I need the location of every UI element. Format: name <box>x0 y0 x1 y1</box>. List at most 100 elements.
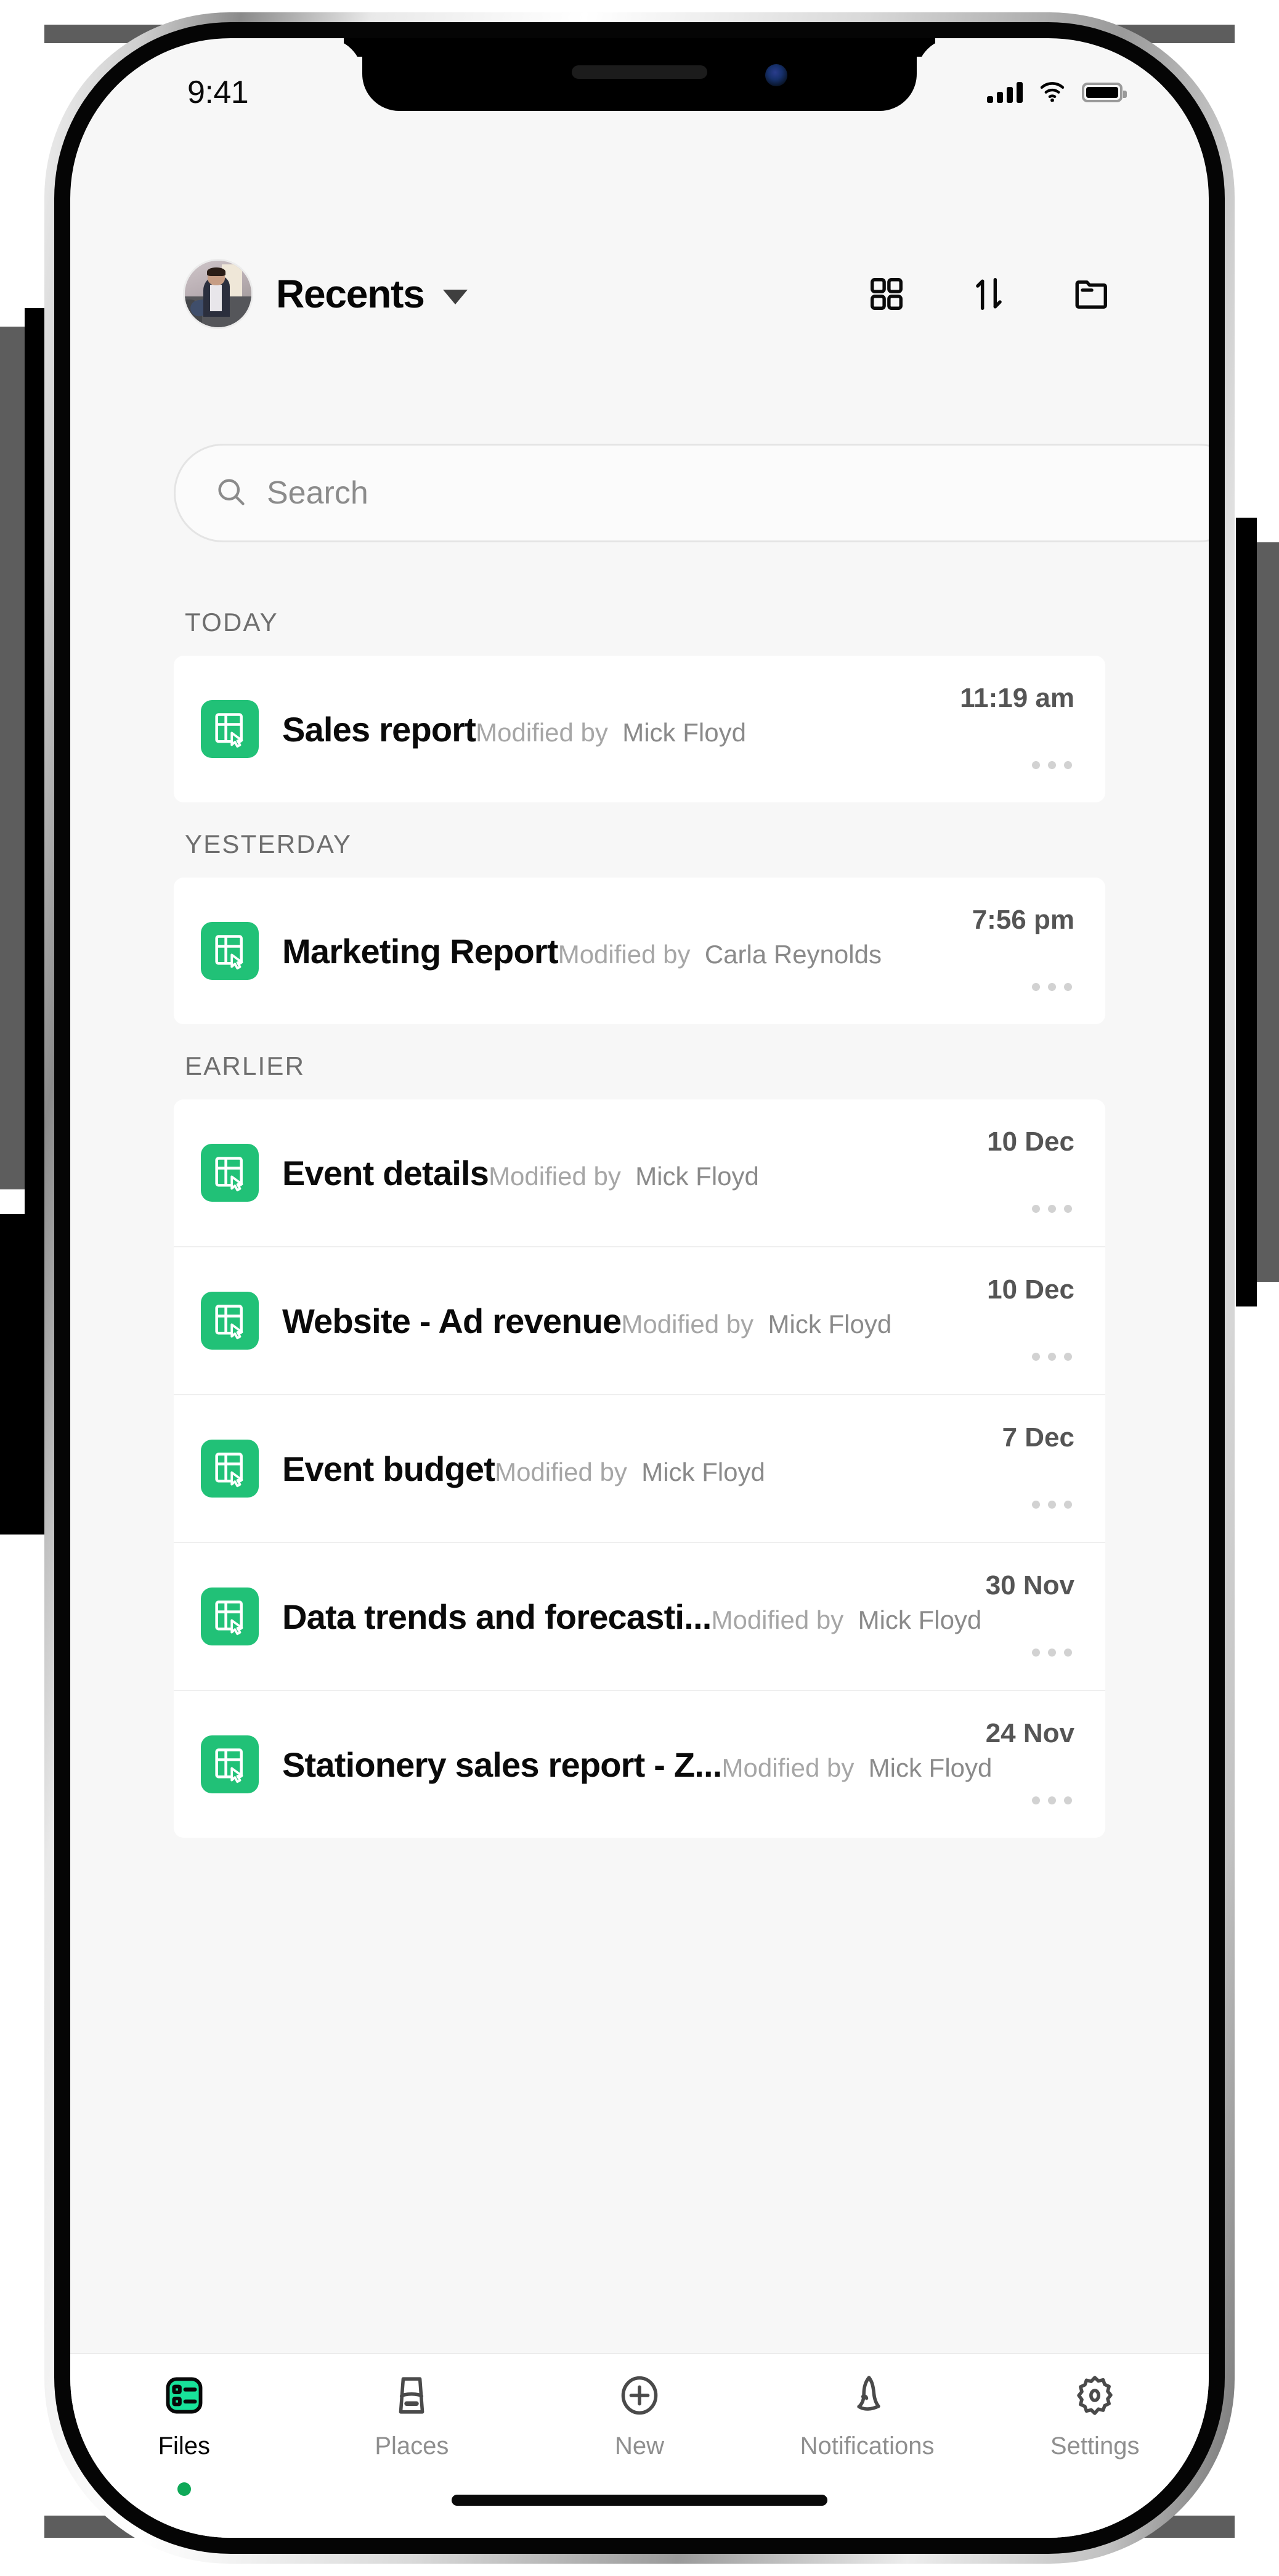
spreadsheet-icon <box>201 1735 259 1793</box>
spreadsheet-icon <box>201 700 259 758</box>
file-subtitle: Modified by Carla Reynolds <box>558 940 882 969</box>
search-icon <box>215 476 247 511</box>
sort-button[interactable] <box>970 275 1008 313</box>
gear-icon <box>1072 2373 1118 2421</box>
modified-prefix: Modified by <box>621 1309 754 1339</box>
battery-full-icon <box>1082 83 1127 102</box>
file-title: Marketing Report <box>282 931 559 971</box>
tab-places[interactable]: Places <box>298 2373 526 2460</box>
backdrop-panel-left <box>0 327 25 1189</box>
wifi-icon <box>1039 81 1066 105</box>
spreadsheet-icon <box>201 1440 259 1498</box>
bell-icon <box>845 2373 890 2421</box>
more-options-icon[interactable] <box>1029 1790 1074 1811</box>
modified-prefix: Modified by <box>711 1605 844 1634</box>
file-title: Event details <box>282 1153 489 1192</box>
file-row[interactable]: Stationery sales report - Z...Modified b… <box>174 1690 1105 1838</box>
file-subtitle: Modified by Mick Floyd <box>495 1457 765 1486</box>
phone-device-frame: 9:41 Recents Search TODAY Sales reportMo… <box>44 12 1235 2564</box>
file-row[interactable]: Data trends and forecasti...Modified by … <box>174 1542 1105 1690</box>
tab-files[interactable]: Files <box>70 2373 298 2496</box>
modified-by-name: Mick Floyd <box>622 717 746 747</box>
file-timestamp: 7 Dec <box>1002 1422 1074 1453</box>
file-subtitle: Modified by Mick Floyd <box>621 1310 891 1339</box>
file-row[interactable]: Website - Ad revenueModified by Mick Flo… <box>174 1246 1105 1394</box>
modified-prefix: Modified by <box>489 1161 621 1191</box>
section-header: YESTERDAY <box>185 829 352 858</box>
file-title: Stationery sales report - Z... <box>282 1745 722 1784</box>
file-row[interactable]: Sales reportModified by Mick Floyd 11:19 … <box>174 656 1105 802</box>
file-timestamp: 10 Dec <box>987 1274 1074 1305</box>
file-title: Data trends and forecasti... <box>282 1597 712 1636</box>
tab-new[interactable]: New <box>526 2373 753 2460</box>
more-options-icon[interactable] <box>1029 1642 1074 1663</box>
modified-by-name: Mick Floyd <box>768 1309 892 1339</box>
status-bar-icons <box>987 81 1127 105</box>
section-header: EARLIER <box>185 1051 306 1080</box>
file-timestamp: 11:19 am <box>960 683 1074 713</box>
backdrop-shadow-left-upper <box>25 308 46 1214</box>
tab-label: Settings <box>1050 2432 1140 2460</box>
file-subtitle: Modified by Mick Floyd <box>722 1753 993 1782</box>
more-options-icon[interactable] <box>1029 1347 1074 1367</box>
modified-by-name: Mick Floyd <box>868 1753 993 1782</box>
modified-prefix: Modified by <box>476 717 608 747</box>
file-subtitle: Modified by Mick Floyd <box>489 1162 759 1191</box>
phone-bezel: 9:41 Recents Search TODAY Sales reportMo… <box>54 22 1225 2554</box>
places-icon <box>389 2373 434 2421</box>
page-title-dropdown[interactable]: Recents <box>276 271 468 317</box>
file-timestamp: 10 Dec <box>987 1127 1074 1157</box>
file-timestamp: 30 Nov <box>985 1570 1074 1600</box>
more-options-icon[interactable] <box>1029 1199 1074 1219</box>
search-bar[interactable] <box>174 444 1209 542</box>
more-options-icon[interactable] <box>1029 977 1074 997</box>
phone-screen: 9:41 Recents Search TODAY Sales reportMo… <box>70 38 1209 2538</box>
spreadsheet-icon <box>201 1588 259 1645</box>
file-row[interactable]: Event detailsModified by Mick Floyd 10 De… <box>174 1099 1105 1246</box>
modified-prefix: Modified by <box>495 1457 627 1486</box>
modified-by-name: Carla Reynolds <box>704 939 882 969</box>
backdrop-panel-right <box>1257 542 1279 1282</box>
file-title: Event budget <box>282 1449 495 1488</box>
file-group-card: Sales reportModified by Mick Floyd 11:19 … <box>174 656 1105 802</box>
file-group-card: Event detailsModified by Mick Floyd 10 De… <box>174 1099 1105 1838</box>
modified-by-name: Mick Floyd <box>641 1457 765 1486</box>
modified-by-name: Mick Floyd <box>635 1161 759 1191</box>
modified-by-name: Mick Floyd <box>858 1605 982 1634</box>
header-actions <box>867 275 1110 313</box>
spreadsheet-icon <box>201 922 259 980</box>
tab-label: Notifications <box>800 2432 935 2460</box>
scene: 9:41 Recents Search TODAY Sales reportMo… <box>0 0 1279 2576</box>
file-title: Sales report <box>282 709 476 749</box>
file-row[interactable]: Event budgetModified by Mick Floyd 7 Dec <box>174 1394 1105 1542</box>
files-icon <box>161 2373 207 2421</box>
grid-view-button[interactable] <box>867 275 906 313</box>
active-tab-indicator <box>177 2482 191 2496</box>
search-input[interactable] <box>267 475 1207 512</box>
section-header: TODAY <box>185 608 278 637</box>
folder-button[interactable] <box>1072 275 1110 313</box>
file-subtitle: Modified by Mick Floyd <box>476 718 746 747</box>
more-options-icon[interactable] <box>1029 755 1074 775</box>
tab-label: Files <box>158 2432 211 2460</box>
more-options-icon[interactable] <box>1029 1494 1074 1515</box>
phone-notch <box>362 38 917 111</box>
file-timestamp: 24 Nov <box>985 1718 1074 1748</box>
backdrop-shadow-left-lower <box>0 1214 46 1535</box>
status-bar-clock: 9:41 <box>187 75 249 110</box>
file-title: Website - Ad revenue <box>282 1301 622 1340</box>
plus-circle-icon <box>617 2373 662 2421</box>
avatar[interactable] <box>185 261 251 327</box>
tab-label: New <box>614 2432 664 2460</box>
spreadsheet-icon <box>201 1144 259 1202</box>
file-row[interactable]: Marketing ReportModified by Carla Reynol… <box>174 878 1105 1024</box>
tab-notifications[interactable]: Notifications <box>753 2373 981 2460</box>
file-list[interactable]: TODAY Sales reportModified by Mick Floyd… <box>70 581 1209 2353</box>
modified-prefix: Modified by <box>721 1753 855 1782</box>
earpiece-speaker-icon <box>572 65 707 79</box>
file-group-card: Marketing ReportModified by Carla Reynol… <box>174 878 1105 1024</box>
file-subtitle: Modified by Mick Floyd <box>711 1605 981 1634</box>
cellular-bars-icon <box>987 82 1023 103</box>
tab-settings[interactable]: Settings <box>981 2373 1209 2460</box>
bottom-tab-bar[interactable]: Files Places New Notifications Settings <box>70 2353 1209 2538</box>
